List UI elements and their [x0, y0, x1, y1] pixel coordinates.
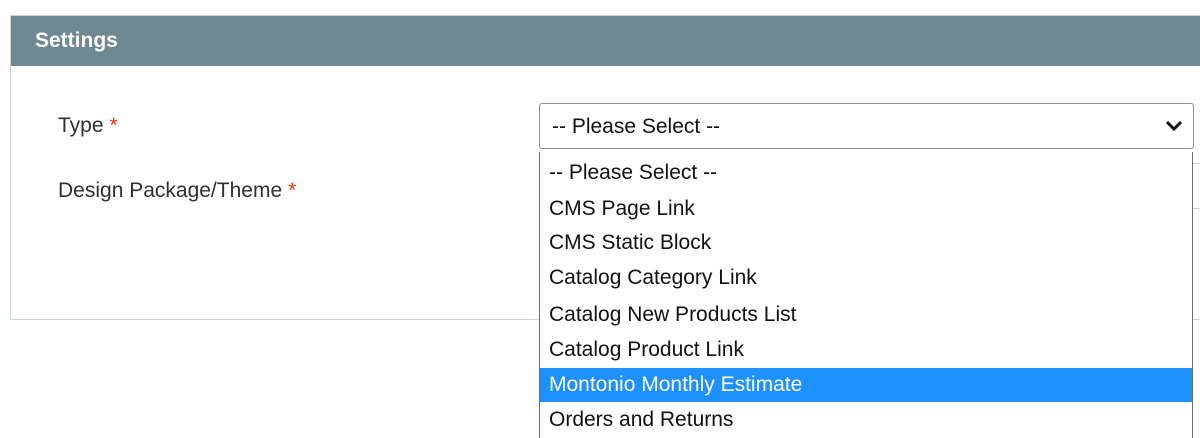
type-select-value: -- Please Select --	[552, 115, 721, 138]
option-catalog-new-products-list[interactable]: Catalog New Products List	[540, 298, 1192, 332]
type-select[interactable]: -- Please Select --	[539, 103, 1194, 149]
panel-header: Settings	[11, 16, 1200, 66]
required-mark: *	[288, 179, 297, 202]
option-orders-and-returns[interactable]: Orders and Returns	[540, 403, 1192, 437]
theme-label: Design Package/Theme *	[58, 178, 296, 204]
option-please-select[interactable]: -- Please Select --	[540, 156, 1192, 190]
chevron-down-icon	[1165, 120, 1183, 132]
option-cms-page-link[interactable]: CMS Page Link	[540, 192, 1192, 226]
option-cms-static-block[interactable]: CMS Static Block	[540, 226, 1192, 260]
type-label: Type *	[58, 113, 118, 139]
option-catalog-category-link[interactable]: Catalog Category Link	[540, 261, 1192, 295]
type-dropdown-list[interactable]: -- Please Select -- CMS Page Link CMS St…	[539, 152, 1193, 438]
option-montonio-monthly-estimate[interactable]: Montonio Monthly Estimate	[540, 368, 1192, 402]
type-label-text: Type	[58, 114, 104, 137]
panel-title: Settings	[35, 29, 118, 52]
required-mark: *	[109, 114, 118, 137]
theme-label-text: Design Package/Theme	[58, 179, 283, 202]
option-catalog-product-link[interactable]: Catalog Product Link	[540, 333, 1192, 367]
